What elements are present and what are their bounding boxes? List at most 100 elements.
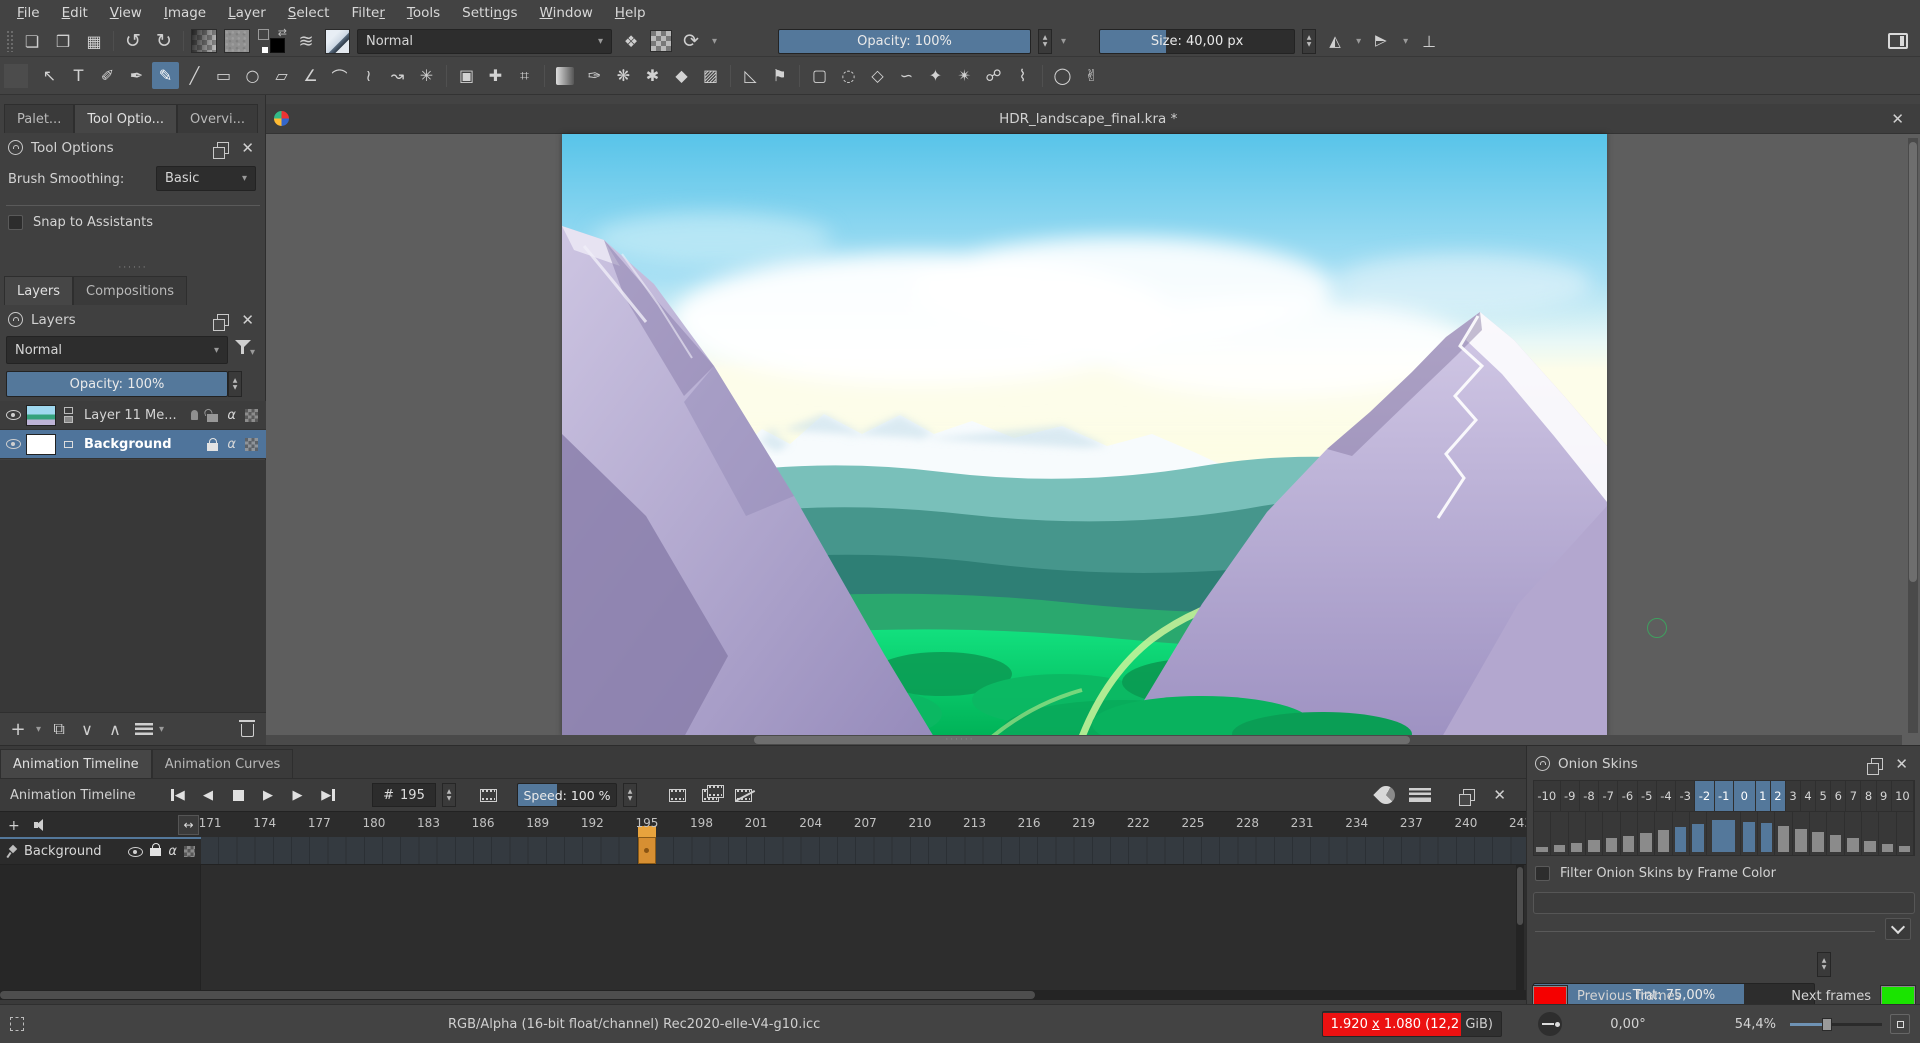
tab-compositions[interactable]: Compositions [73, 276, 187, 305]
memory-usage-box[interactable]: 1.920 x 1.080 (12,2 GiB) [1322, 1011, 1502, 1037]
onion-opacity-bar--6[interactable] [1603, 812, 1620, 855]
bezier-curve-tool[interactable]: ⌒ [326, 62, 353, 89]
blending-mode-combo[interactable]: Normal ▾ [357, 29, 612, 54]
onion-frame-7[interactable]: 7 [1846, 781, 1861, 811]
scrollbar-thumb[interactable] [0, 991, 1035, 999]
canvas-painting[interactable] [562, 134, 1607, 737]
pin-icon[interactable] [6, 846, 18, 858]
chevron-down-icon[interactable]: ▾ [710, 36, 719, 47]
foreground-background-colors[interactable]: ⇄ [257, 28, 287, 54]
onion-frame-2[interactable]: 2 [1771, 781, 1786, 811]
menu-item-settings[interactable]: Settings [451, 2, 528, 24]
onion-frame--10[interactable]: -10 [1534, 781, 1561, 811]
onion-opacity-bar--5[interactable] [1621, 812, 1638, 855]
alpha-lock-icon[interactable]: α [227, 437, 236, 452]
timeline-zoom-handle[interactable]: ↔ [178, 815, 199, 835]
next-frames-color-swatch[interactable] [1881, 986, 1915, 1006]
foreground-color-swatch[interactable] [270, 38, 285, 53]
layer-thumbnail[interactable] [26, 405, 56, 426]
inherit-alpha-icon[interactable] [245, 438, 258, 451]
close-icon[interactable]: ✕ [1891, 755, 1912, 773]
docker-lock-icon[interactable] [8, 312, 23, 327]
mirror-horizontal-button[interactable]: ◭ [1323, 29, 1347, 53]
splitter-handle[interactable]: ······ [0, 263, 266, 273]
onion-frame--2[interactable]: -2 [1695, 781, 1714, 811]
onion-opacity-bar-0[interactable] [1707, 812, 1741, 855]
timeline-horizontal-scrollbar[interactable] [0, 990, 1526, 1000]
measure-tool[interactable]: ◺ [737, 62, 764, 89]
rect-select-tool[interactable]: ▢ [806, 62, 833, 89]
onion-opacity-bar--2[interactable] [1673, 812, 1690, 855]
onion-frame-3[interactable]: 3 [1786, 781, 1801, 811]
similar-select-tool[interactable]: ✦ [922, 62, 949, 89]
layer-visibility-toggle[interactable] [0, 439, 26, 449]
wrap-around-mode-button[interactable]: ⊥ [1417, 29, 1441, 53]
lock-icon[interactable] [207, 443, 218, 451]
menu-item-window[interactable]: Window [529, 2, 604, 24]
freehand-path-tool[interactable]: ≀ [355, 62, 382, 89]
onion-opacity-bar--10[interactable] [1534, 812, 1551, 855]
timeline-frames-area[interactable] [201, 837, 1526, 865]
reference-images-tool[interactable]: ⚑ [766, 62, 793, 89]
add-track-button[interactable]: + [8, 818, 20, 834]
frame-color-filter-box[interactable] [1533, 892, 1915, 914]
onion-opacity-bar-5[interactable] [1810, 812, 1827, 855]
undo-button[interactable]: ↺ [121, 29, 145, 53]
onion-opacity-bar-1[interactable] [1741, 812, 1758, 855]
snap-to-assistants-checkbox[interactable] [8, 215, 23, 230]
onion-opacity-bar-9[interactable] [1879, 812, 1896, 855]
keyframe-cell[interactable] [638, 837, 656, 864]
bulb-icon[interactable] [191, 410, 198, 420]
onion-frame-5[interactable]: 5 [1816, 781, 1831, 811]
calligraphy-tool[interactable]: ✒ [123, 62, 150, 89]
onion-frame-10[interactable]: 10 [1892, 781, 1914, 811]
workspace-chooser-button[interactable] [1888, 33, 1908, 49]
eye-icon[interactable] [128, 847, 143, 857]
move-tool[interactable]: ✚ [482, 62, 509, 89]
frame-spin-buttons[interactable]: ▲▼ [442, 783, 456, 807]
inherit-alpha-icon[interactable] [245, 409, 258, 422]
contiguous-select-tool[interactable]: ✴ [951, 62, 978, 89]
select-shapes-tool[interactable]: ↖ [36, 62, 63, 89]
tint-spin-buttons[interactable]: ▲▼ [1817, 952, 1831, 977]
timeline-empty-area[interactable] [0, 865, 1526, 995]
menu-item-filter[interactable]: Filter [340, 2, 395, 24]
previous-frames-color-swatch[interactable] [1533, 986, 1567, 1006]
bezier-select-tool[interactable]: ☍ [980, 62, 1007, 89]
opacity-spinbox[interactable]: ▲▼ [1038, 29, 1052, 54]
close-document-icon[interactable]: ✕ [1887, 110, 1908, 128]
gradient-chooser[interactable] [191, 29, 217, 53]
onion-opacity-bar-10[interactable] [1897, 812, 1914, 855]
onion-opacity-bar-7[interactable] [1845, 812, 1862, 855]
tab-palette[interactable]: Palet... [4, 104, 74, 133]
toolbox-drag-handle[interactable] [4, 64, 28, 88]
save-button[interactable]: ▦ [82, 29, 106, 53]
skip-to-end-button[interactable]: ▶ [316, 784, 340, 806]
reload-preset-button[interactable]: ⟳ [679, 29, 703, 53]
onion-opacity-bar--9[interactable] [1551, 812, 1568, 855]
tab-overview[interactable]: Overvi... [177, 104, 258, 133]
tab-animation-curves[interactable]: Animation Curves [152, 749, 294, 778]
new-document-button[interactable]: ❏ [20, 29, 44, 53]
zoom-slider-thumb[interactable] [1822, 1018, 1832, 1031]
pattern-chooser[interactable] [224, 29, 250, 53]
layer-thumbnail[interactable] [26, 434, 56, 455]
pan-tool[interactable]: ✌ [1078, 62, 1105, 89]
background-color-swatch[interactable] [258, 29, 269, 40]
line-tool[interactable]: ╱ [181, 62, 208, 89]
brush-smoothing-combo[interactable]: Basic ▾ [156, 166, 256, 191]
timeline-track-header[interactable]: Background α [0, 837, 201, 865]
edit-shapes-tool[interactable]: ✐ [94, 62, 121, 89]
onion-skins-toggle[interactable] [1374, 782, 1399, 807]
onion-frame--4[interactable]: -4 [1657, 781, 1676, 811]
crop-tool[interactable]: ⌗ [511, 62, 538, 89]
tab-tool-options[interactable]: Tool Optio... [74, 104, 177, 133]
timeline-ruler[interactable]: + ↔ 171174177180183186189192195198201204… [0, 811, 1526, 837]
text-tool[interactable]: T [65, 62, 92, 89]
reset-zoom-button[interactable] [1890, 1014, 1910, 1034]
speed-slider[interactable]: Speed: 100 % [517, 783, 617, 807]
rectangle-tool[interactable]: ▭ [210, 62, 237, 89]
polygon-select-tool[interactable]: ◇ [864, 62, 891, 89]
opacity-slider[interactable]: Opacity: 100% [778, 29, 1031, 54]
timeline-vertical-scrollbar[interactable] [1516, 865, 1524, 991]
